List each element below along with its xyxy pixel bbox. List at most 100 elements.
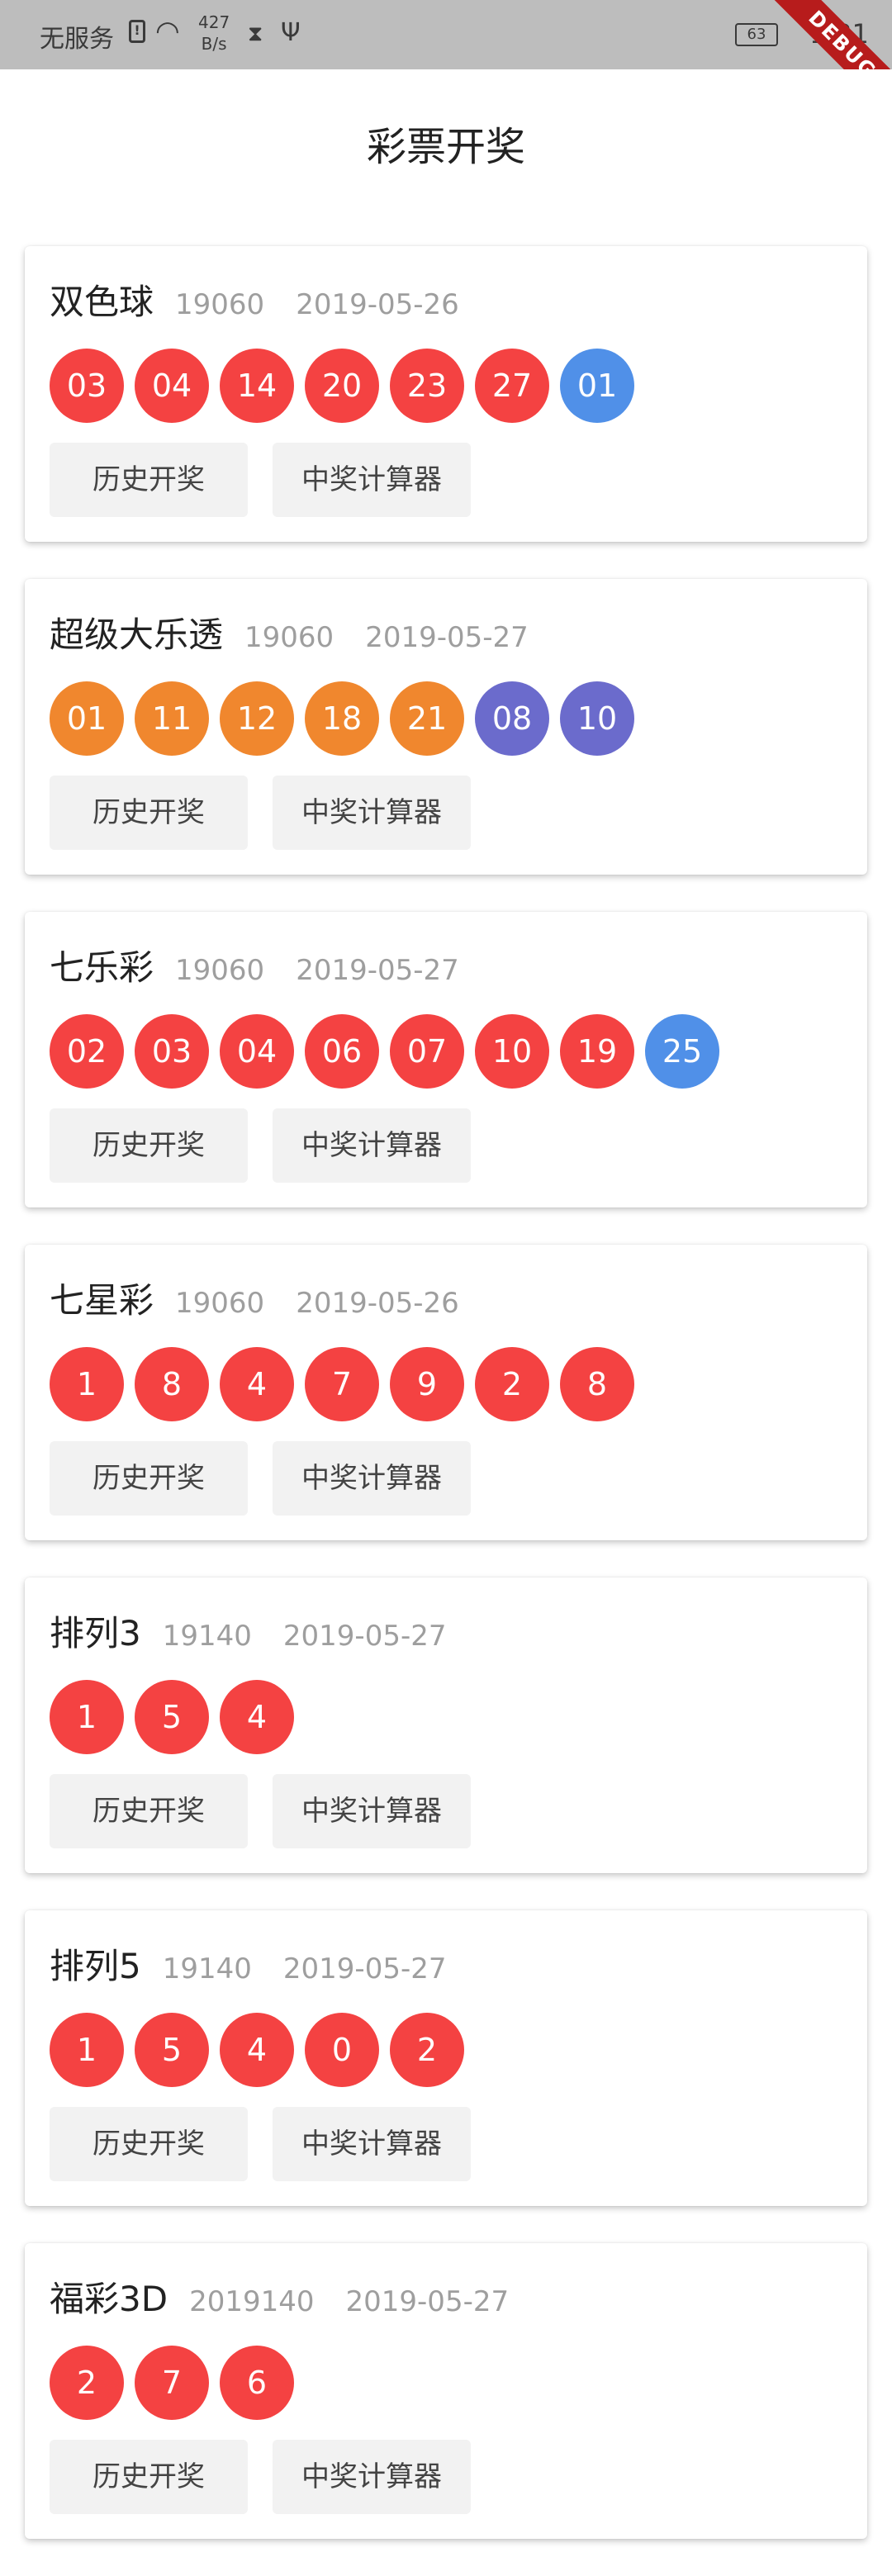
ball-row: 1847928 (50, 1347, 645, 1421)
number-ball: 03 (135, 1014, 209, 1089)
ball-row: 03 04 14 20 23 27 01 (50, 349, 645, 423)
issue-number: 19060 (175, 954, 265, 987)
draw-date: 2019-05-27 (282, 1620, 447, 1653)
hourglass-icon: ⧗ (248, 21, 263, 46)
number-ball: 18 (305, 681, 379, 756)
number-ball: 07 (390, 1014, 464, 1089)
card-actions: 历史开奖 中奖计算器 (50, 443, 496, 517)
number-ball: 04 (220, 1014, 294, 1089)
card-actions: 历史开奖 中奖计算器 (50, 1108, 496, 1183)
lottery-card[interactable]: 排列3 19140 2019-05-27 154 历史开奖 中奖计算器 (25, 1577, 867, 1873)
net-speed: 427 B/s (198, 12, 230, 55)
card-actions: 历史开奖 中奖计算器 (50, 1441, 496, 1516)
history-button[interactable]: 历史开奖 (50, 2107, 248, 2181)
issue-number: 19060 (175, 288, 265, 321)
card-header: 福彩3D 2019140 2019-05-27 (50, 2271, 509, 2321)
number-ball: 1 (50, 2013, 124, 2087)
number-ball: 14 (220, 349, 294, 423)
ball-row: 154 (50, 1680, 305, 1754)
ball-row: 02 03 04 06 07 10 19 25 (50, 1014, 730, 1089)
lottery-name: 七乐彩 (50, 947, 154, 988)
calculator-button[interactable]: 中奖计算器 (273, 1774, 471, 1848)
number-ball: 0 (305, 2013, 379, 2087)
lottery-card[interactable]: 双色球 19060 2019-05-26 03 04 14 20 23 27 01 历史开奖… (25, 246, 867, 542)
card-header: 排列5 19140 2019-05-27 (50, 1938, 447, 1988)
app-bar: 彩票开奖 (0, 69, 892, 208)
number-ball: 1 (50, 1680, 124, 1754)
number-ball: 01 (560, 349, 634, 423)
lottery-card[interactable]: 福彩3D 2019140 2019-05-27 276 历史开奖 中奖计算器 (25, 2243, 867, 2539)
lottery-card[interactable]: 排列5 19140 2019-05-27 15402 历史开奖 中奖计算器 (25, 1910, 867, 2206)
lottery-name: 超级大乐透 (50, 614, 224, 655)
draw-date: 2019-05-26 (296, 1287, 459, 1320)
number-ball: 06 (305, 1014, 379, 1089)
number-ball: 4 (220, 1680, 294, 1754)
card-header: 七星彩 19060 2019-05-26 (50, 1273, 459, 1322)
net-speed-unit: B/s (201, 34, 227, 54)
card-actions: 历史开奖 中奖计算器 (50, 776, 496, 850)
history-button[interactable]: 历史开奖 (50, 2440, 248, 2514)
number-ball: 02 (50, 1014, 124, 1089)
number-ball: 20 (305, 349, 379, 423)
usb-icon: Ψ (281, 18, 301, 47)
number-ball: 5 (135, 2013, 209, 2087)
lottery-card[interactable]: 七乐彩 19060 2019-05-27 02 03 04 06 07 10 19 25 历史… (25, 912, 867, 1207)
calculator-button[interactable]: 中奖计算器 (273, 1108, 471, 1183)
draw-date: 2019-05-27 (282, 1952, 447, 1985)
number-ball: 5 (135, 1680, 209, 1754)
history-button[interactable]: 历史开奖 (50, 1774, 248, 1848)
card-actions: 历史开奖 中奖计算器 (50, 1774, 496, 1848)
issue-number: 2019140 (189, 2285, 315, 2318)
number-ball: 9 (390, 1347, 464, 1421)
lottery-name: 七星彩 (50, 1280, 154, 1321)
status-bar: 无服务 ! ◠ 427 B/s ⧗ Ψ 63 1:31 (0, 0, 892, 69)
calculator-button[interactable]: 中奖计算器 (273, 2107, 471, 2181)
lottery-name: 排列3 (50, 1613, 141, 1653)
number-ball: 21 (390, 681, 464, 756)
history-button[interactable]: 历史开奖 (50, 443, 248, 517)
number-ball: 4 (220, 2013, 294, 2087)
calculator-button[interactable]: 中奖计算器 (273, 776, 471, 850)
wifi-icon: ◠ (155, 15, 180, 48)
lottery-card[interactable]: 七星彩 19060 2019-05-26 1847928 历史开奖 中奖计算器 (25, 1245, 867, 1540)
history-button[interactable]: 历史开奖 (50, 776, 248, 850)
calculator-button[interactable]: 中奖计算器 (273, 443, 471, 517)
card-header: 双色球 19060 2019-05-26 (50, 274, 459, 324)
issue-number: 19140 (162, 1620, 252, 1653)
number-ball: 2 (475, 1347, 549, 1421)
calculator-button[interactable]: 中奖计算器 (273, 2440, 471, 2514)
number-ball: 08 (475, 681, 549, 756)
number-ball: 11 (135, 681, 209, 756)
battery-icon: 63 (735, 23, 778, 46)
page-title: 彩票开奖 (366, 124, 525, 170)
card-header: 超级大乐透 19060 2019-05-27 (50, 607, 529, 657)
card-actions: 历史开奖 中奖计算器 (50, 2440, 496, 2514)
number-ball: 6 (220, 2346, 294, 2420)
issue-number: 19140 (162, 1952, 252, 1985)
number-ball: 7 (305, 1347, 379, 1421)
number-ball: 10 (560, 681, 634, 756)
issue-number: 19060 (244, 621, 334, 654)
sim-icon: ! (129, 20, 145, 43)
ball-row: 15402 (50, 2013, 475, 2087)
carrier-label: 无服务 (40, 25, 114, 54)
lottery-name: 排列5 (50, 1946, 141, 1986)
history-button[interactable]: 历史开奖 (50, 1108, 248, 1183)
number-ball: 1 (50, 1347, 124, 1421)
calculator-button[interactable]: 中奖计算器 (273, 1441, 471, 1516)
draw-date: 2019-05-26 (296, 288, 459, 321)
number-ball: 12 (220, 681, 294, 756)
number-ball: 04 (135, 349, 209, 423)
lottery-name: 福彩3D (50, 2279, 168, 2319)
draw-date: 2019-05-27 (345, 2285, 510, 2318)
number-ball: 8 (560, 1347, 634, 1421)
card-actions: 历史开奖 中奖计算器 (50, 2107, 496, 2181)
number-ball: 03 (50, 349, 124, 423)
number-ball: 8 (135, 1347, 209, 1421)
number-ball: 2 (390, 2013, 464, 2087)
number-ball: 25 (645, 1014, 719, 1089)
card-header: 七乐彩 19060 2019-05-27 (50, 940, 459, 989)
lottery-card[interactable]: 超级大乐透 19060 2019-05-27 01 11 12 18 21 08 10 历史… (25, 579, 867, 875)
history-button[interactable]: 历史开奖 (50, 1441, 248, 1516)
number-ball: 4 (220, 1347, 294, 1421)
